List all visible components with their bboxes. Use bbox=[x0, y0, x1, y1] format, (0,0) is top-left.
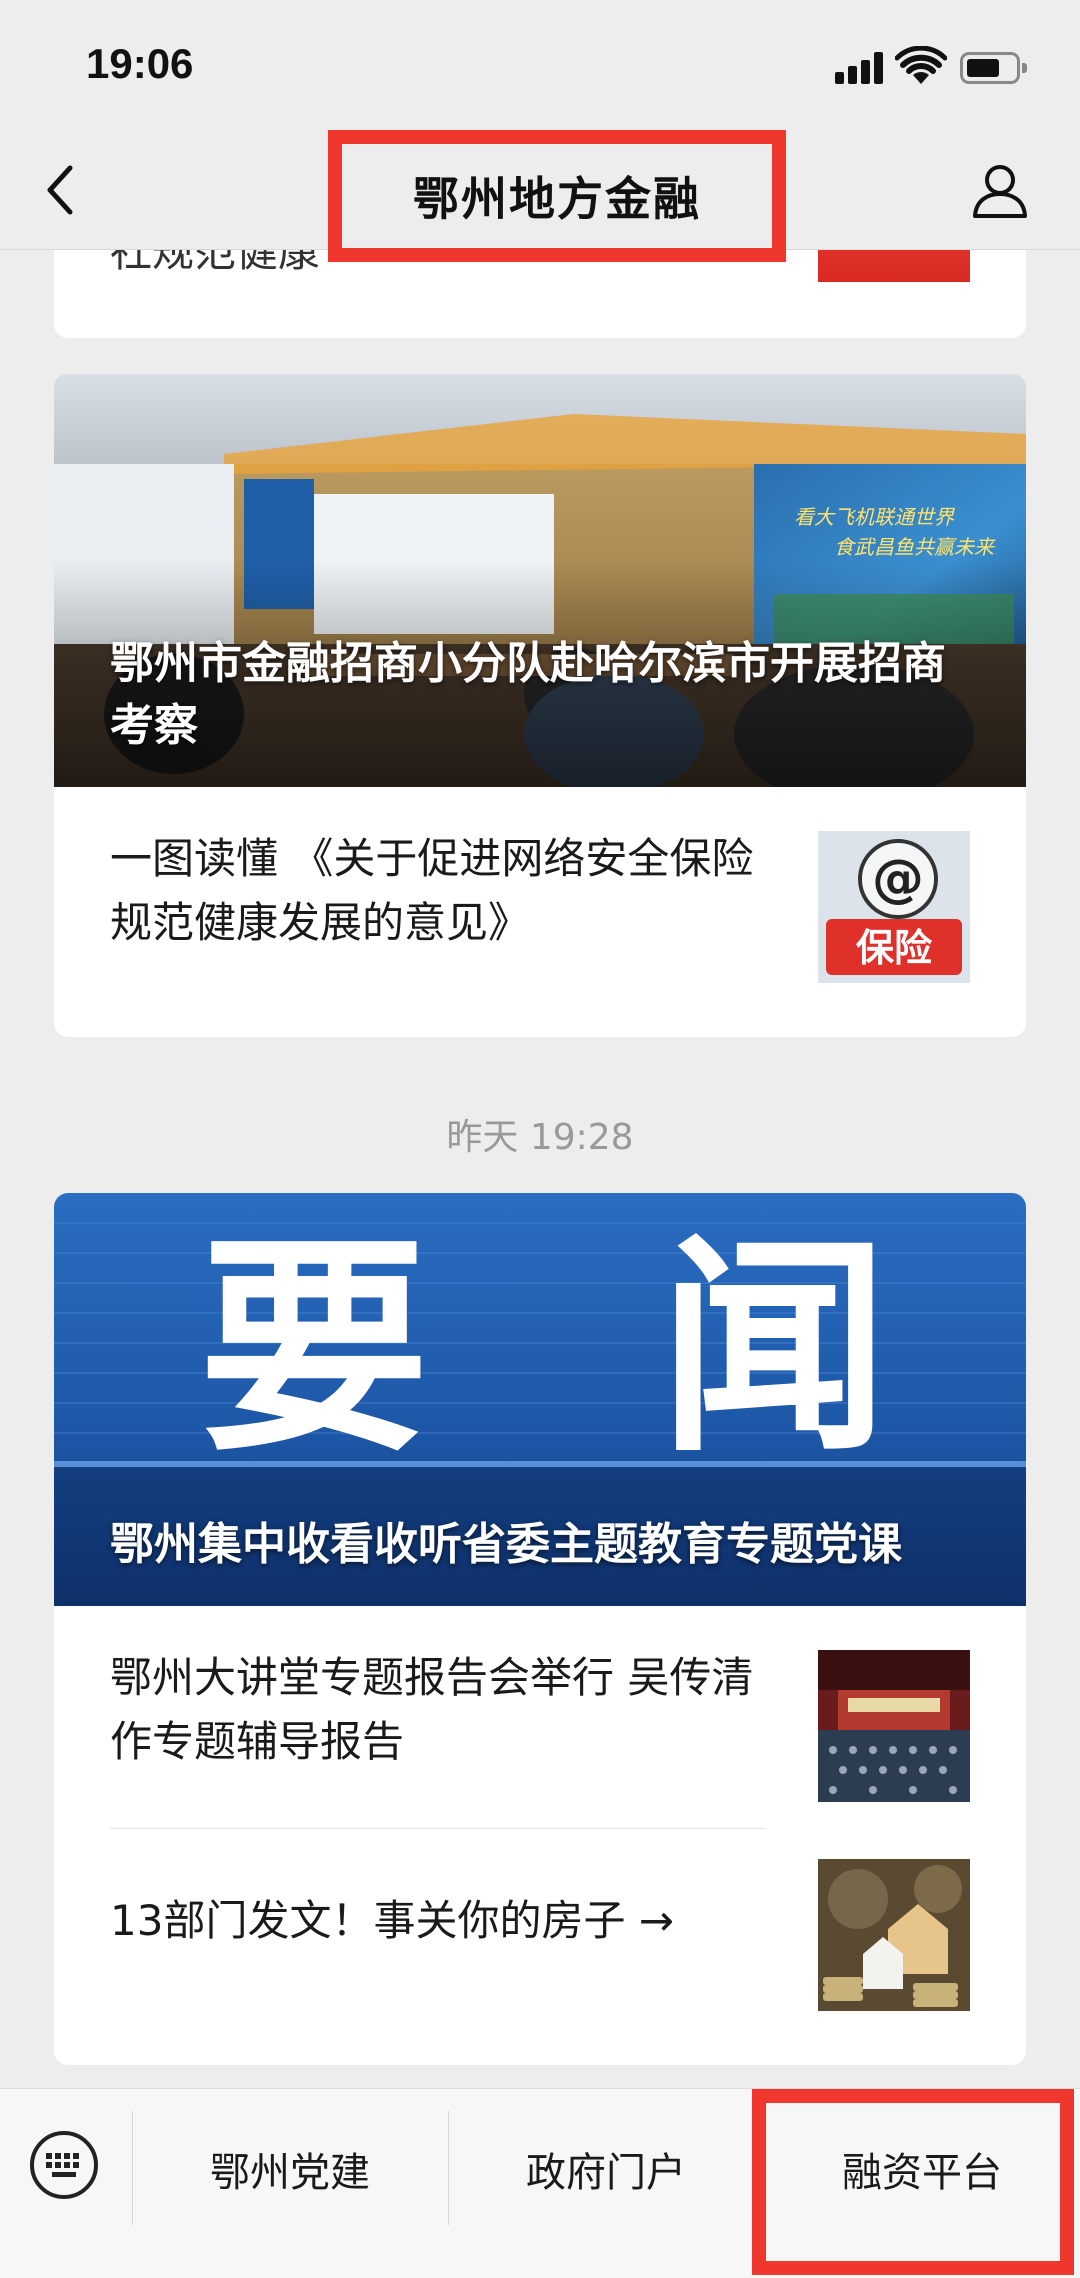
list-item[interactable]: 13部门发文！事关你的房子 → bbox=[54, 1829, 1026, 2065]
insurance-label: 保险 bbox=[856, 926, 933, 970]
menu-item-party-building[interactable]: 鄂州党建 bbox=[132, 2089, 448, 2249]
wifi-icon bbox=[895, 46, 947, 84]
page-title: 鄂州地方金融 bbox=[413, 172, 701, 226]
keyboard-icon[interactable] bbox=[28, 2129, 100, 2201]
article-group-1: 看大飞机联通世界 食武昌鱼共赢未来 鄂州市金融招商小分队赴哈尔滨市开展招商考察 … bbox=[54, 374, 1026, 1037]
big-char-2: 闻 bbox=[659, 1216, 889, 1483]
at-symbol: @ bbox=[872, 849, 924, 909]
back-arrow-icon[interactable] bbox=[38, 160, 86, 220]
house-coins-thumbnail bbox=[818, 1859, 970, 2011]
hero-article-title: 鄂州集中收看收听省委主题教育专题党课 bbox=[110, 1519, 902, 1570]
article-group-2: 要 闻 鄂州集中收看收听省委主题教育专题党课 鄂州大讲堂专题报告会举行 吴传清作… bbox=[54, 1193, 1026, 2065]
title-highlight-box: 鄂州地方金融 bbox=[328, 130, 786, 262]
menu-item-government-portal[interactable]: 政府门户 bbox=[448, 2089, 764, 2249]
battery-icon bbox=[960, 52, 1027, 84]
insurance-thumbnail: @ 保险 bbox=[818, 831, 970, 983]
article-title: 一图读懂 《关于促进网络安全保险规范健康发展的意见》 bbox=[110, 834, 754, 947]
auditorium-thumbnail bbox=[818, 1650, 970, 1802]
menu-item-financing-platform[interactable]: 融资平台 bbox=[764, 2089, 1080, 2249]
cellular-signal-icon bbox=[835, 52, 885, 84]
list-item[interactable]: 一图读懂 《关于促进网络安全保险规范健康发展的意见》 @ 保险 bbox=[54, 787, 1026, 997]
hero-article-1[interactable]: 看大飞机联通世界 食武昌鱼共赢未来 鄂州市金融招商小分队赴哈尔滨市开展招商考察 bbox=[54, 374, 1026, 787]
big-char-1: 要 bbox=[199, 1216, 429, 1483]
status-time: 19:06 bbox=[86, 40, 194, 87]
article-title: 13部门发文！事关你的房子 → bbox=[110, 1896, 674, 1945]
message-timestamp: 昨天 19:28 bbox=[446, 1117, 634, 1158]
bottom-menu-bar: 鄂州党建 政府门户 融资平台 bbox=[0, 2088, 1080, 2278]
navigation-bar: 鄂州地方金融 bbox=[0, 130, 1080, 262]
profile-icon[interactable] bbox=[970, 160, 1030, 220]
status-bar: 19:06 bbox=[0, 0, 1080, 130]
hero-article-title: 鄂州市金融招商小分队赴哈尔滨市开展招商考察 bbox=[110, 638, 946, 751]
list-item[interactable]: 鄂州大讲堂专题报告会举行 吴传清作专题辅导报告 bbox=[54, 1606, 1026, 1829]
article-title: 鄂州大讲堂专题报告会举行 吴传清作专题辅导报告 bbox=[110, 1653, 754, 1766]
hero-article-2[interactable]: 要 闻 鄂州集中收看收听省委主题教育专题党课 bbox=[54, 1193, 1026, 1606]
